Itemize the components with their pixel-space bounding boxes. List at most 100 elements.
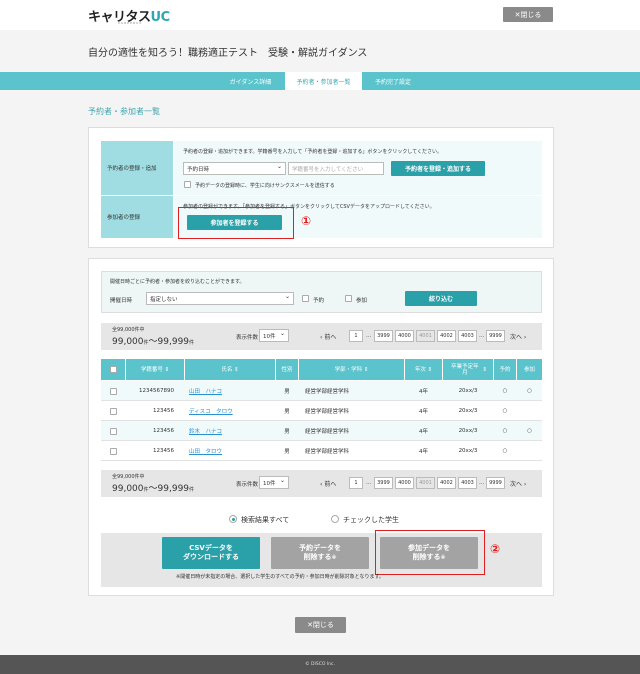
pager-top-page-2[interactable]: 4000 bbox=[395, 330, 414, 342]
pager-bottom-ellipsis-2: … bbox=[479, 480, 485, 486]
scope-all-radio[interactable] bbox=[229, 515, 237, 523]
pager-top-page-5[interactable]: 4003 bbox=[458, 330, 477, 342]
row-checkbox-box[interactable] bbox=[109, 447, 117, 455]
pager-top-first[interactable]: 1 bbox=[349, 330, 363, 342]
student-id-input[interactable]: 学籍番号を入力してください bbox=[288, 162, 384, 175]
scope-all-label: 検索結果すべて bbox=[241, 516, 290, 524]
student-name-link[interactable]: 山田 ハナコ bbox=[189, 387, 222, 395]
close-button-bottom[interactable]: ✕閉じる bbox=[295, 617, 346, 633]
pager-bottom-range: 99,000件～99,999件 bbox=[112, 484, 195, 494]
tab-participant-list[interactable]: 予約者・参加者一覧 bbox=[285, 72, 362, 90]
student-name-link[interactable]: ディスコ タロウ bbox=[189, 407, 233, 415]
highlight-box-1 bbox=[178, 207, 294, 239]
pager-top-next[interactable]: 次へ › bbox=[510, 332, 526, 341]
pager-bottom-page-current: 4001 bbox=[416, 477, 435, 489]
pager-bottom-per-page-label: 表示件数 bbox=[236, 482, 259, 488]
header-select-all[interactable] bbox=[101, 359, 125, 380]
header-attend: 参加 bbox=[517, 359, 542, 380]
student-name-link[interactable]: 山田 タロウ bbox=[189, 447, 222, 455]
cell-gender: 男 bbox=[284, 409, 290, 415]
reserve-description: 予約者の登録・追加ができます。学籍番号を入力して「予約者を登録・追加する」ボタン… bbox=[183, 149, 443, 155]
chevron-down-icon: ⌄ bbox=[279, 330, 285, 337]
cell-grad: 20xx/3 bbox=[458, 428, 478, 434]
page-title: 自分の適性を知ろう！職務適正テスト 受験・解説ガイダンス bbox=[88, 48, 368, 59]
row-checkbox-box[interactable] bbox=[109, 387, 117, 395]
tab-reservation-complete[interactable]: 予約完了設定 bbox=[362, 72, 424, 90]
cell-grad: 20xx/3 bbox=[458, 388, 478, 394]
cell-attend bbox=[517, 401, 542, 421]
row-checkbox[interactable] bbox=[101, 421, 125, 441]
cell-grad: 20xx/3 bbox=[458, 408, 478, 414]
cell-dept: 経営学部経営学科 bbox=[305, 449, 350, 455]
pager-top-page-4[interactable]: 4002 bbox=[437, 330, 456, 342]
header-student-id[interactable]: 学籍番号 ⇕ bbox=[126, 359, 184, 380]
filter-attend-checkbox[interactable] bbox=[345, 295, 352, 302]
cell-dept: 経営学部経営学科 bbox=[305, 389, 350, 395]
header-dept[interactable]: 学部・学科 ⇕ bbox=[299, 359, 404, 380]
pager-bottom-page-2[interactable]: 4000 bbox=[395, 477, 414, 489]
header-grad[interactable]: 卒業予定年月 ⇕ bbox=[443, 359, 493, 380]
thanks-mail-label: 予約データの登録時に、学生に向けサンクスメールを送信する bbox=[195, 183, 335, 189]
pager-top-page-current: 4001 bbox=[416, 330, 435, 342]
cell-student-id: 123456 bbox=[153, 428, 174, 434]
delete-reserve-button[interactable]: 予約データを 削除する※ bbox=[271, 537, 369, 569]
cell-attend: ○ bbox=[527, 428, 532, 434]
header-year[interactable]: 年次 ⇕ bbox=[405, 359, 442, 380]
pager-bottom-first[interactable]: 1 bbox=[349, 477, 363, 489]
pager-bottom-total: 全99,000件中 bbox=[112, 474, 145, 480]
marker-1: ① bbox=[301, 214, 312, 228]
pager-top-ellipsis: … bbox=[366, 333, 372, 339]
pager-top-ellipsis-2: … bbox=[479, 333, 485, 339]
filter-date-select[interactable]: 指定しない ⌄ bbox=[146, 292, 294, 305]
pager-bottom-page-5[interactable]: 4003 bbox=[458, 477, 477, 489]
header-name[interactable]: 氏名 ⇕ bbox=[185, 359, 275, 380]
tab-guidance-detail[interactable]: ガイダンス詳細 bbox=[218, 72, 283, 90]
cell-year: 4年 bbox=[419, 429, 428, 435]
row-checkbox-box[interactable] bbox=[109, 427, 117, 435]
filter-reserve-label: 予約 bbox=[313, 298, 325, 304]
pager-top-last[interactable]: 9999 bbox=[486, 330, 505, 342]
pager-bottom-page-4[interactable]: 4002 bbox=[437, 477, 456, 489]
pager-top-per-page-label: 表示件数 bbox=[236, 335, 259, 341]
pager-bottom-next[interactable]: 次へ › bbox=[510, 479, 526, 488]
filter-reserve-checkbox[interactable] bbox=[302, 295, 309, 302]
pager-bottom-prev[interactable]: ‹ 前へ bbox=[320, 479, 336, 488]
pager-bottom-last[interactable]: 9999 bbox=[486, 477, 505, 489]
filter-button[interactable]: 絞り込む bbox=[405, 291, 477, 306]
cell-reserve: ○ bbox=[502, 388, 508, 394]
filter-description: 開催日時ごとに予約者・参加者を絞り込むことができます。 bbox=[110, 279, 245, 285]
pager-bottom-page-1[interactable]: 3999 bbox=[374, 477, 393, 489]
cell-dept: 経営学部経営学科 bbox=[305, 429, 350, 435]
cell-reserve: ○ bbox=[502, 408, 508, 414]
marker-2: ② bbox=[490, 542, 501, 556]
cell-dept: 経営学部経営学科 bbox=[305, 409, 350, 415]
participant-register-label: 参加者の登録 bbox=[101, 196, 173, 238]
student-name-link[interactable]: 鈴木 ハナコ bbox=[189, 427, 222, 435]
cell-student-id: 1234567890 bbox=[139, 388, 174, 394]
cell-name[interactable]: ディスコ タロウ bbox=[185, 401, 275, 421]
chevron-down-icon: ⌄ bbox=[284, 293, 290, 300]
row-checkbox[interactable] bbox=[101, 401, 125, 421]
pager-top-page-1[interactable]: 3999 bbox=[374, 330, 393, 342]
thanks-mail-checkbox[interactable] bbox=[184, 181, 191, 188]
cell-name[interactable]: 山田 タロウ bbox=[185, 441, 275, 461]
pager-top-per-page-select[interactable]: 10件 ⌄ bbox=[259, 329, 289, 342]
row-checkbox[interactable] bbox=[101, 441, 125, 461]
pager-top-range: 99,000件～99,999件 bbox=[112, 337, 195, 347]
scope-checked-radio[interactable] bbox=[331, 515, 339, 523]
cell-name[interactable]: 山田 ハナコ bbox=[185, 381, 275, 401]
reserve-date-select[interactable]: 予約日時 ⌄ bbox=[183, 162, 286, 175]
pager-bottom-per-page-select[interactable]: 10件 ⌄ bbox=[259, 476, 289, 489]
close-button-top[interactable]: ✕閉じる bbox=[503, 7, 553, 22]
cell-student-id: 123456 bbox=[153, 408, 174, 414]
cell-year: 4年 bbox=[419, 449, 428, 455]
csv-download-button[interactable]: CSVデータを ダウンロードする bbox=[162, 537, 260, 569]
row-checkbox[interactable] bbox=[101, 381, 125, 401]
add-reserver-button[interactable]: 予約者を登録・追加する bbox=[391, 161, 485, 176]
pager-top-prev[interactable]: ‹ 前へ bbox=[320, 332, 336, 341]
cell-reserve: ○ bbox=[502, 448, 508, 454]
footer: © DISCO Inc. bbox=[0, 655, 640, 674]
row-checkbox-box[interactable] bbox=[109, 407, 117, 415]
cell-student-id: 123456 bbox=[153, 448, 174, 454]
cell-name[interactable]: 鈴木 ハナコ bbox=[185, 421, 275, 441]
